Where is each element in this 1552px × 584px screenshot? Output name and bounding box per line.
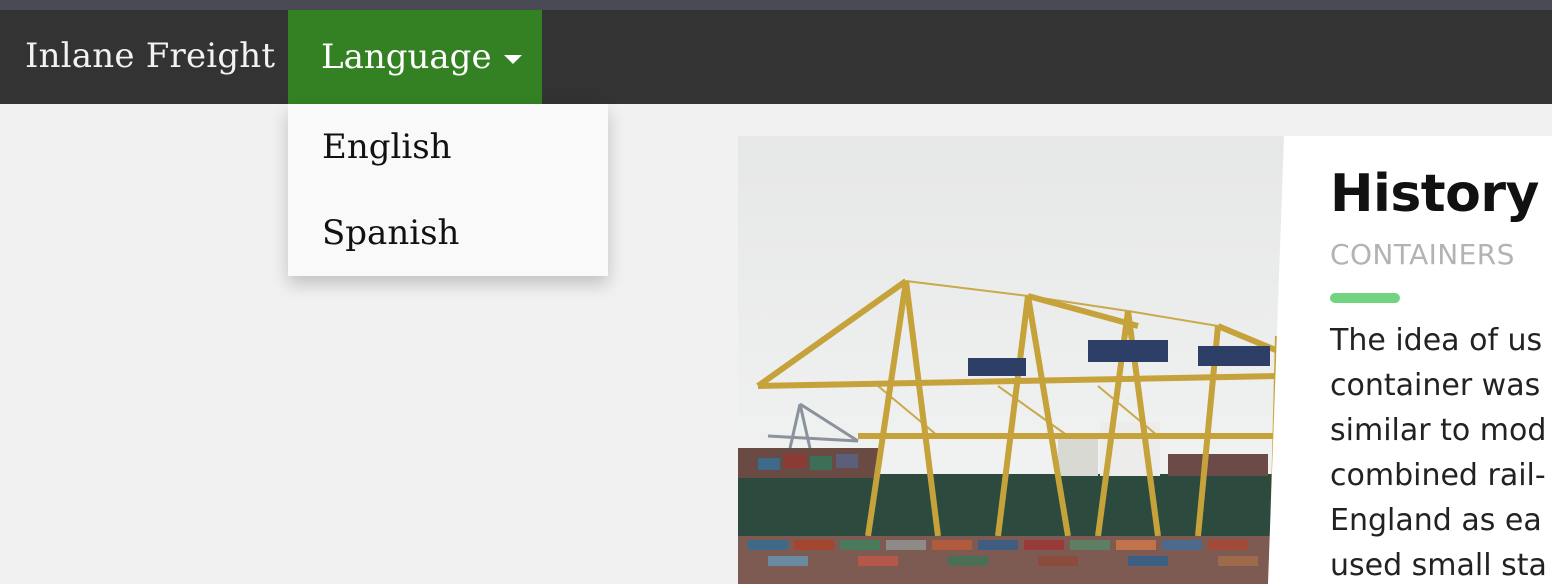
language-option-spanish[interactable]: Spanish: [288, 190, 608, 276]
card-text-line: used small sta: [1330, 548, 1547, 583]
card-text-line: similar to mod: [1330, 413, 1547, 448]
card-subtitle: CONTAINERS: [1330, 238, 1515, 271]
card-title: History: [1330, 164, 1539, 224]
card-text-line: container was: [1330, 368, 1541, 403]
card-text-line: The idea of us: [1330, 323, 1543, 358]
card-text-line: combined rail-: [1330, 458, 1546, 493]
language-dropdown-menu: English Spanish: [288, 104, 608, 276]
history-card: History CONTAINERS The idea of us contai…: [738, 136, 1552, 584]
card-text-line: England as ea: [1330, 503, 1542, 538]
caret-down-icon: [503, 54, 522, 64]
port-cranes-image: [738, 136, 1298, 584]
card-body: History CONTAINERS The idea of us contai…: [1330, 136, 1552, 584]
card-image: [738, 136, 1298, 584]
window-top-strip: [0, 0, 1552, 10]
brand-link[interactable]: Inlane Freight: [25, 10, 275, 104]
language-label: Language: [321, 37, 492, 77]
card-text: The idea of us container was similar to …: [1330, 318, 1552, 584]
accent-bar: [1330, 293, 1400, 303]
language-dropdown-button[interactable]: Language: [288, 10, 542, 104]
language-option-english[interactable]: English: [288, 104, 608, 190]
navbar: Inlane Freight Language: [0, 10, 1552, 104]
